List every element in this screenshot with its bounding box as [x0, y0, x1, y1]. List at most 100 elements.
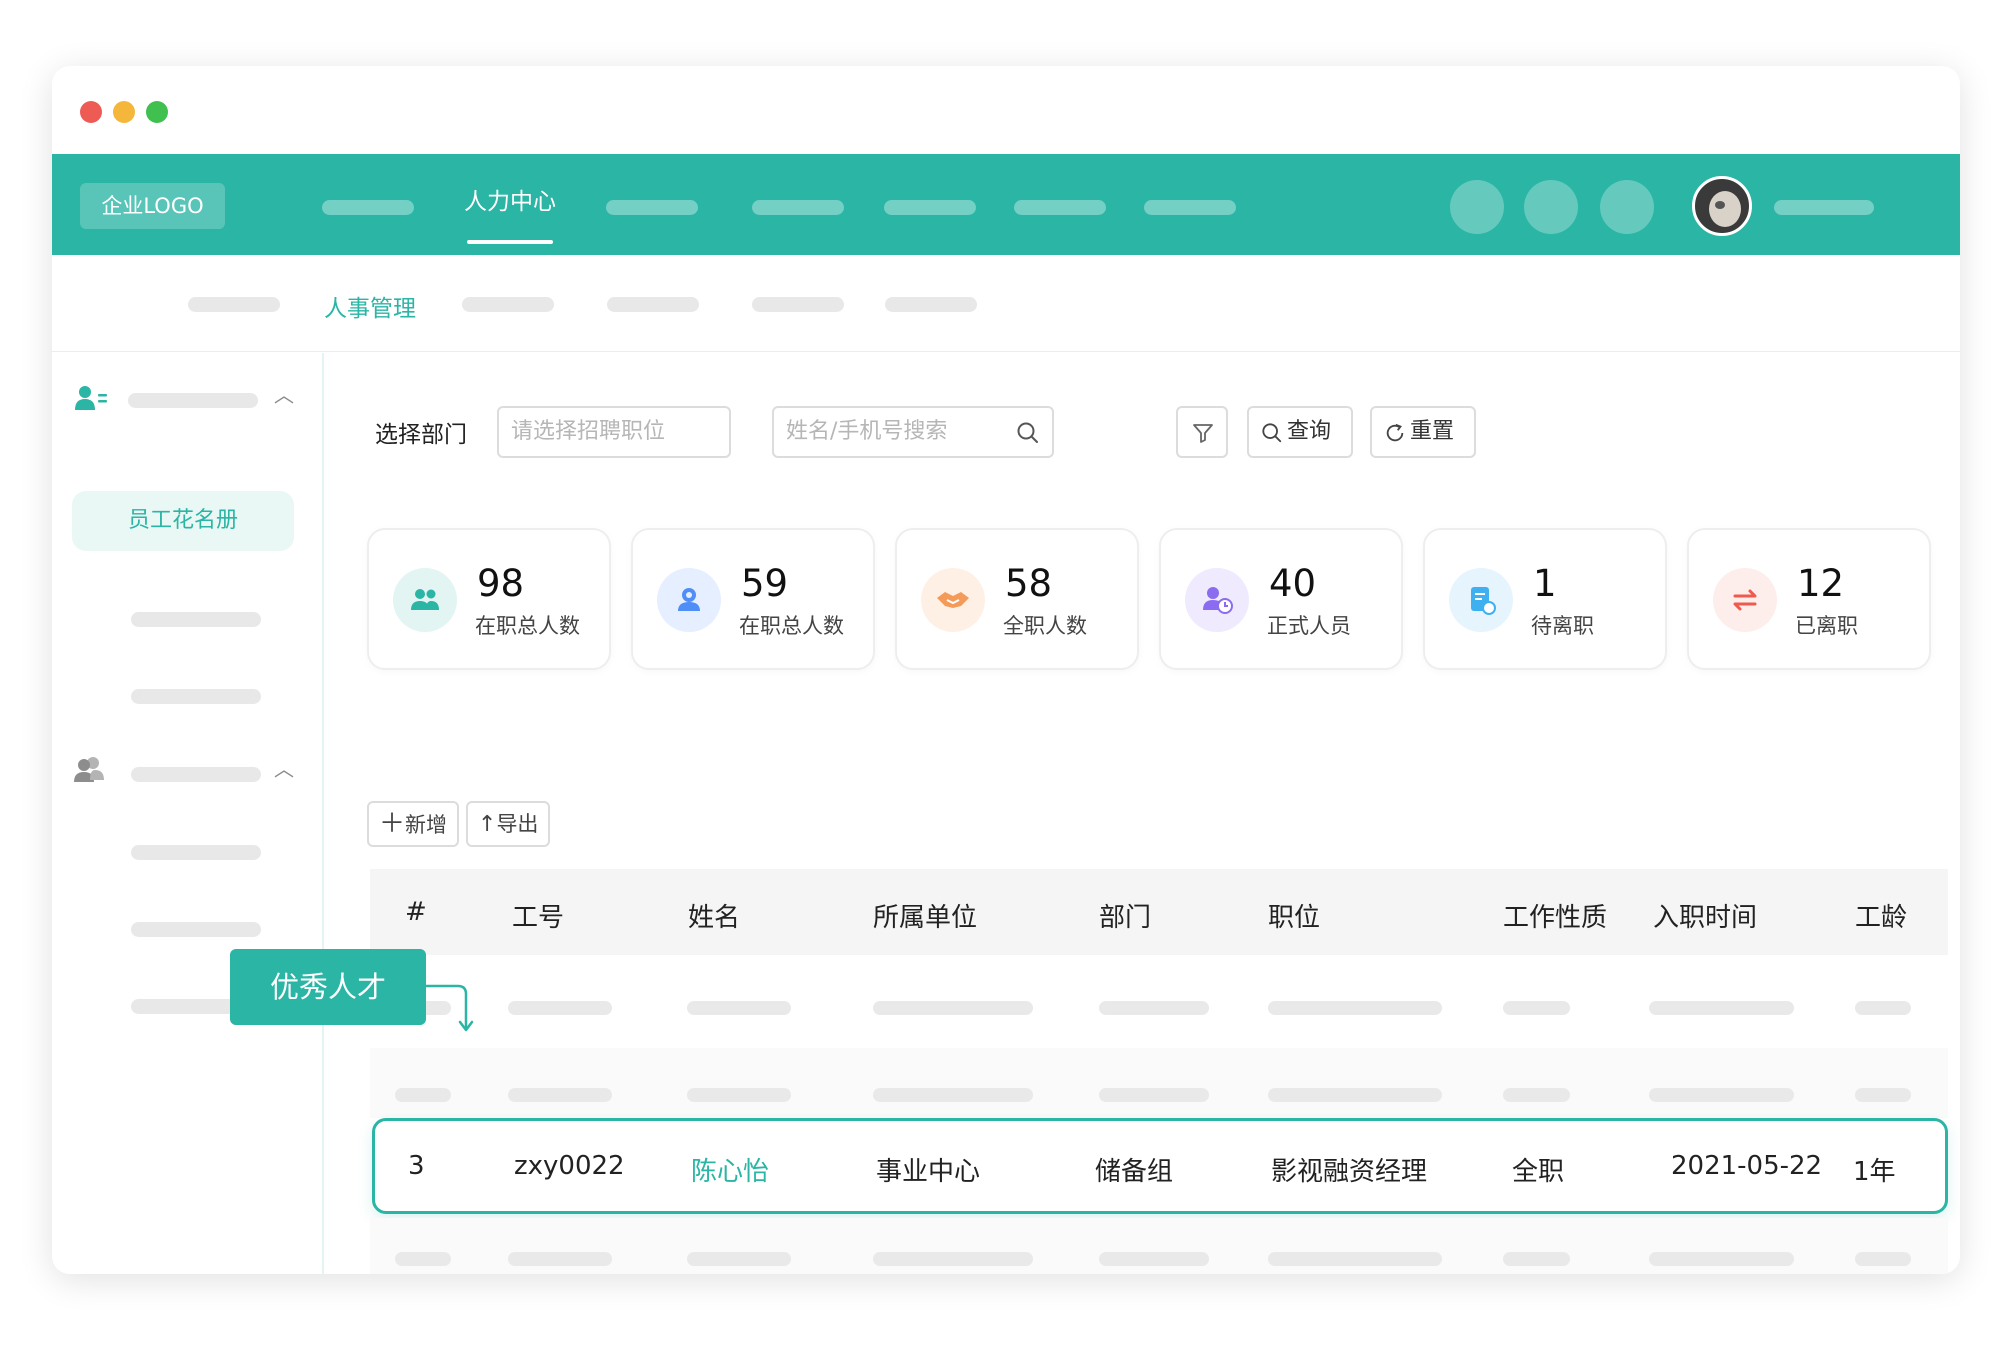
cell-placeholder: [687, 1001, 791, 1015]
subnav-item-placeholder[interactable]: [607, 297, 699, 312]
stat-label: 全职人数: [1003, 614, 1087, 638]
column-header-tenure[interactable]: 工龄: [1855, 897, 1907, 934]
column-header-name[interactable]: 姓名: [688, 897, 740, 934]
cell-dept: 储备组: [1095, 1157, 1174, 1187]
cell-placeholder: [687, 1088, 791, 1102]
stat-value: 58: [1005, 562, 1053, 605]
cell-placeholder: [1268, 1001, 1442, 1015]
column-header-id[interactable]: 工号: [512, 897, 564, 934]
user-avatar[interactable]: [1692, 176, 1752, 236]
top-nav: 企业LOGO 人力中心: [52, 154, 1960, 255]
cell-placeholder: [1268, 1252, 1442, 1266]
user-name-placeholder[interactable]: [1774, 200, 1874, 215]
filter-button[interactable]: [1176, 406, 1228, 458]
cell-placeholder: [1649, 1252, 1794, 1266]
cell-placeholder: [1855, 1252, 1911, 1266]
reset-button[interactable]: 重置: [1370, 406, 1476, 458]
subnav-item-placeholder[interactable]: [462, 297, 554, 312]
sidebar-group-label-placeholder[interactable]: [131, 767, 261, 782]
subnav-item-hr-management[interactable]: 人事管理: [324, 289, 416, 323]
column-header-dept[interactable]: 部门: [1099, 897, 1151, 934]
sidebar-item-placeholder[interactable]: [131, 845, 261, 860]
stat-label: 在职总人数: [739, 614, 844, 638]
stat-value: 98: [477, 562, 525, 605]
cell-tenure: 1年: [1853, 1157, 1896, 1187]
nav-item-placeholder[interactable]: [1144, 200, 1236, 215]
header-action-icon[interactable]: [1524, 180, 1578, 234]
position-select-placeholder: 请选择招聘职位: [511, 419, 666, 444]
stat-label: 在职总人数: [475, 614, 580, 638]
title-bar: [52, 66, 1960, 154]
stat-label: 已离职: [1795, 614, 1858, 638]
users-icon: [393, 568, 457, 632]
column-header-index[interactable]: #: [405, 897, 427, 927]
subnav-item-placeholder[interactable]: [752, 297, 844, 312]
table-header: # 工号 姓名 所属单位 部门 职位 工作性质 入职时间 工龄: [370, 869, 1948, 955]
sidebar-group-label-placeholder[interactable]: [128, 393, 258, 408]
column-header-job-type[interactable]: 工作性质: [1503, 897, 1607, 934]
minimize-window-button[interactable]: [113, 101, 135, 123]
excellent-talent-callout: 优秀人才: [230, 949, 426, 1025]
close-window-button[interactable]: [80, 101, 102, 123]
cell-placeholder: [1649, 1001, 1794, 1015]
stat-value: 40: [1269, 562, 1317, 605]
chevron-up-icon[interactable]: ︿: [274, 379, 294, 408]
export-button-label: 导出: [496, 812, 539, 836]
header-action-icon[interactable]: [1600, 180, 1654, 234]
sidebar-item-placeholder[interactable]: [131, 689, 261, 704]
handshake-icon: [921, 568, 985, 632]
column-header-unit[interactable]: 所属单位: [873, 897, 977, 934]
callout-connector-arrow: [426, 984, 474, 1032]
stat-card-formal[interactable]: 40 正式人员: [1159, 528, 1403, 670]
table-row-highlighted[interactable]: 3 zxy0022 陈心怡 事业中心 储备组 影视融资经理 全职 2021-05…: [372, 1118, 1948, 1214]
query-button[interactable]: 查询: [1247, 406, 1353, 458]
column-header-hire-date[interactable]: 入职时间: [1653, 897, 1757, 934]
cell-job-type: 全职: [1512, 1157, 1565, 1187]
search-icon[interactable]: [1016, 421, 1040, 445]
document-icon: [1449, 568, 1513, 632]
cell-hire-date: 2021-05-22: [1671, 1151, 1823, 1181]
nav-item-placeholder[interactable]: [606, 200, 698, 215]
cell-placeholder: [395, 1088, 451, 1102]
user-list-icon: [75, 386, 107, 410]
sidebar-item-employee-roster[interactable]: 员工花名册: [72, 491, 294, 551]
arrow-up-icon: ↑: [478, 812, 497, 837]
chevron-up-icon[interactable]: ︿: [274, 753, 294, 782]
stat-value: 12: [1797, 562, 1845, 605]
cell-employee-name-link[interactable]: 陈心怡: [691, 1151, 769, 1188]
stat-card-resigned[interactable]: 12 已离职: [1687, 528, 1931, 670]
cell-placeholder: [873, 1252, 1033, 1266]
nav-item-placeholder[interactable]: [752, 200, 844, 215]
table-row[interactable]: [370, 1218, 1948, 1274]
reset-button-label: 重置: [1410, 419, 1455, 444]
nav-item-placeholder[interactable]: [1014, 200, 1106, 215]
stat-label: 待离职: [1531, 614, 1594, 638]
column-header-position[interactable]: 职位: [1268, 897, 1320, 934]
sidebar-item-placeholder[interactable]: [131, 612, 261, 627]
nav-active-indicator: [467, 240, 553, 244]
cell-placeholder: [1503, 1088, 1570, 1102]
position-select[interactable]: 请选择招聘职位: [497, 406, 731, 458]
table-row[interactable]: [342, 955, 1960, 1045]
export-button[interactable]: ↑导出: [466, 801, 551, 847]
stat-card-fulltime[interactable]: 58 全职人数: [895, 528, 1139, 670]
nav-item-placeholder[interactable]: [322, 200, 414, 215]
header-action-icon[interactable]: [1450, 180, 1504, 234]
dept-select-label: 选择部门: [375, 422, 467, 448]
sidebar-item-placeholder[interactable]: [131, 922, 261, 937]
cell-placeholder: [1649, 1088, 1794, 1102]
stat-card-employees-2[interactable]: 59 在职总人数: [631, 528, 875, 670]
search-icon: [1262, 423, 1282, 443]
add-button[interactable]: ＋新增: [367, 801, 460, 847]
cell-placeholder: [508, 1001, 612, 1015]
search-input[interactable]: 姓名/手机号搜索: [772, 406, 1054, 458]
subnav-item-placeholder[interactable]: [885, 297, 977, 312]
maximize-window-button[interactable]: [146, 101, 168, 123]
cell-position: 影视融资经理: [1271, 1157, 1428, 1187]
stat-card-pending-leave[interactable]: 1 待离职: [1423, 528, 1667, 670]
table-row[interactable]: [370, 1048, 1948, 1118]
stat-card-employees[interactable]: 98 在职总人数: [367, 528, 611, 670]
nav-item-placeholder[interactable]: [884, 200, 976, 215]
nav-item-hr-center[interactable]: 人力中心: [464, 182, 556, 216]
subnav-item-placeholder[interactable]: [188, 297, 280, 312]
